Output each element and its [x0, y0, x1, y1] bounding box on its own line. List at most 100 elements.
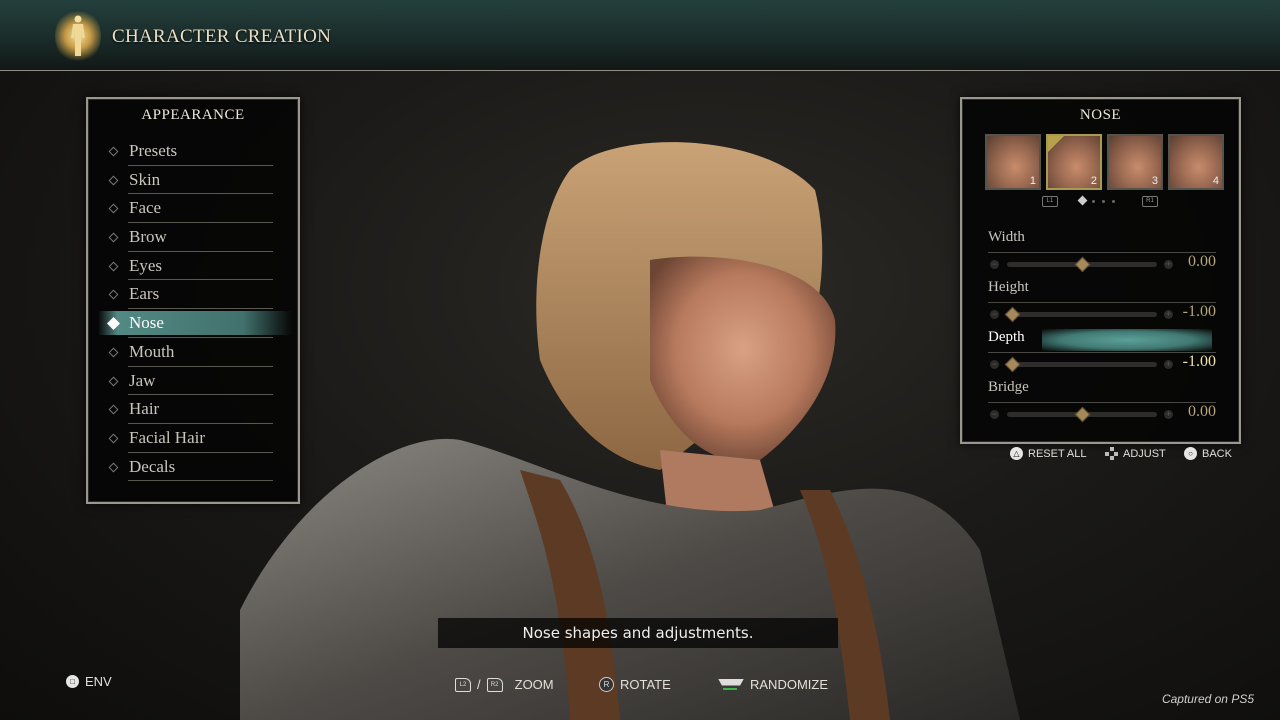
diamond-icon — [108, 146, 119, 157]
r1-button-icon[interactable]: R1 — [1142, 196, 1158, 207]
plus-icon[interactable]: + — [1164, 360, 1173, 369]
capture-watermark: Captured on PS5 — [1161, 692, 1254, 706]
character-silhouette-icon — [71, 15, 85, 56]
minus-icon[interactable]: − — [990, 310, 999, 319]
menu-item-label: Face — [129, 198, 162, 218]
menu-item-label: Presets — [129, 141, 178, 160]
slider-knob[interactable] — [1074, 256, 1091, 273]
menu-item-label: Nose — [129, 313, 164, 333]
slider-track[interactable] — [1007, 362, 1157, 367]
slider-knob[interactable] — [1074, 406, 1091, 423]
selection-highlight — [98, 311, 292, 335]
slider-width[interactable]: Width − + 0.00 — [982, 229, 1218, 279]
slider-label: Depth — [988, 329, 1025, 345]
diamond-icon — [108, 175, 119, 186]
nose-preset-4[interactable]: 4 — [1168, 134, 1224, 190]
menu-item-face[interactable]: Face — [88, 194, 298, 224]
l2-button-icon: L2 — [455, 677, 471, 692]
page-indicator — [1102, 200, 1105, 203]
reset-all-label: RESET ALL — [1028, 447, 1087, 460]
slider-value: -1.00 — [1182, 353, 1216, 370]
diamond-icon — [108, 404, 119, 415]
preset-number: 2 — [1090, 175, 1097, 187]
circle-button-icon: ○ — [1184, 447, 1197, 460]
rotate-label: ROTATE — [620, 677, 671, 692]
diamond-icon — [108, 347, 119, 358]
menu-item-label: Hair — [129, 399, 160, 419]
randomize-hint[interactable]: RANDOMIZE — [718, 677, 828, 692]
menu-item-label: Decals — [129, 456, 176, 476]
preset-pager: L1 R1 — [1042, 195, 1162, 208]
reset-all-hint[interactable]: △ RESET ALL — [1010, 447, 1087, 460]
menu-item-jaw[interactable]: Jaw — [88, 367, 298, 396]
menu-item-ears[interactable]: Ears — [88, 280, 298, 310]
l1-button-icon[interactable]: L1 — [1042, 196, 1058, 207]
menu-item-skin[interactable]: Skin — [88, 166, 298, 195]
touchpad-swipe-icon — [718, 678, 744, 691]
slider-value: 0.00 — [1188, 253, 1216, 270]
diamond-icon — [108, 261, 119, 272]
divider — [128, 480, 273, 482]
menu-item-presets[interactable]: Presets — [88, 137, 298, 166]
menu-item-label: Jaw — [129, 370, 156, 390]
env-hint[interactable]: □ ENV — [66, 674, 112, 689]
separator: / — [477, 677, 481, 692]
slider-label: Width — [988, 229, 1025, 245]
page-indicator — [1092, 200, 1095, 203]
preset-number: 1 — [1029, 175, 1036, 187]
menu-item-eyes[interactable]: Eyes — [88, 252, 298, 281]
slider-value: -1.00 — [1182, 303, 1216, 320]
plus-icon[interactable]: + — [1164, 260, 1173, 269]
dpad-icon — [1105, 447, 1118, 460]
menu-item-nose[interactable]: Nose — [88, 309, 298, 338]
slider-label: Height — [988, 279, 1029, 295]
diamond-icon — [108, 376, 119, 386]
selection-highlight — [1042, 329, 1212, 351]
header-bar: CHARACTER CREATION — [0, 0, 1280, 71]
slider-height[interactable]: Height − + -1.00 — [982, 279, 1218, 329]
nose-preset-3[interactable]: 3 — [1107, 134, 1163, 190]
slider-track[interactable] — [1007, 312, 1157, 317]
description-caption: Nose shapes and adjustments. — [438, 618, 838, 648]
menu-item-label: Skin — [129, 169, 161, 189]
menu-item-facial-hair[interactable]: Facial Hair — [88, 424, 298, 453]
page-title: CHARACTER CREATION — [112, 26, 332, 47]
menu-item-hair[interactable]: Hair — [88, 395, 298, 424]
menu-item-label: Brow — [129, 227, 167, 247]
minus-icon[interactable]: − — [990, 410, 999, 419]
slider-knob[interactable] — [1004, 306, 1021, 323]
minus-icon[interactable]: − — [990, 260, 999, 269]
preset-number: 3 — [1151, 175, 1158, 187]
nose-presets: 1 2 3 4 — [985, 134, 1224, 190]
zoom-hint[interactable]: L2 / R2 ZOOM — [455, 677, 554, 692]
diamond-icon — [108, 433, 119, 444]
slider-bridge[interactable]: Bridge − + 0.00 — [982, 379, 1218, 429]
preset-number: 4 — [1212, 175, 1219, 187]
diamond-icon — [108, 232, 119, 243]
appearance-title: APPEARANCE — [141, 107, 245, 123]
slider-depth[interactable]: Depth − + -1.00 — [982, 329, 1218, 379]
env-label: ENV — [85, 674, 112, 689]
slider-label: Bridge — [988, 379, 1029, 395]
menu-item-label: Ears — [129, 284, 160, 304]
nose-preset-2[interactable]: 2 — [1046, 134, 1102, 190]
divider — [988, 252, 1216, 253]
divider — [988, 402, 1216, 403]
appearance-menu: Presets Skin Face Brow Eyes Ears Nose Mo… — [88, 137, 298, 482]
nose-preset-1[interactable]: 1 — [985, 134, 1041, 190]
plus-icon[interactable]: + — [1164, 310, 1173, 319]
rotate-hint[interactable]: R ROTATE — [599, 677, 671, 692]
slider-value: 0.00 — [1188, 403, 1216, 420]
r-stick-icon: R — [599, 677, 614, 692]
back-hint[interactable]: ○ BACK — [1184, 447, 1232, 460]
menu-item-decals[interactable]: Decals — [88, 453, 298, 482]
triangle-button-icon: △ — [1010, 447, 1023, 460]
plus-icon[interactable]: + — [1164, 410, 1173, 419]
diamond-icon — [108, 289, 119, 300]
appearance-panel: APPEARANCE Presets Skin Face Brow Eyes E… — [86, 97, 300, 504]
randomize-label: RANDOMIZE — [750, 677, 828, 692]
menu-item-brow[interactable]: Brow — [88, 223, 298, 252]
menu-item-mouth[interactable]: Mouth — [88, 338, 298, 367]
slider-knob[interactable] — [1004, 356, 1021, 373]
minus-icon[interactable]: − — [990, 360, 999, 369]
